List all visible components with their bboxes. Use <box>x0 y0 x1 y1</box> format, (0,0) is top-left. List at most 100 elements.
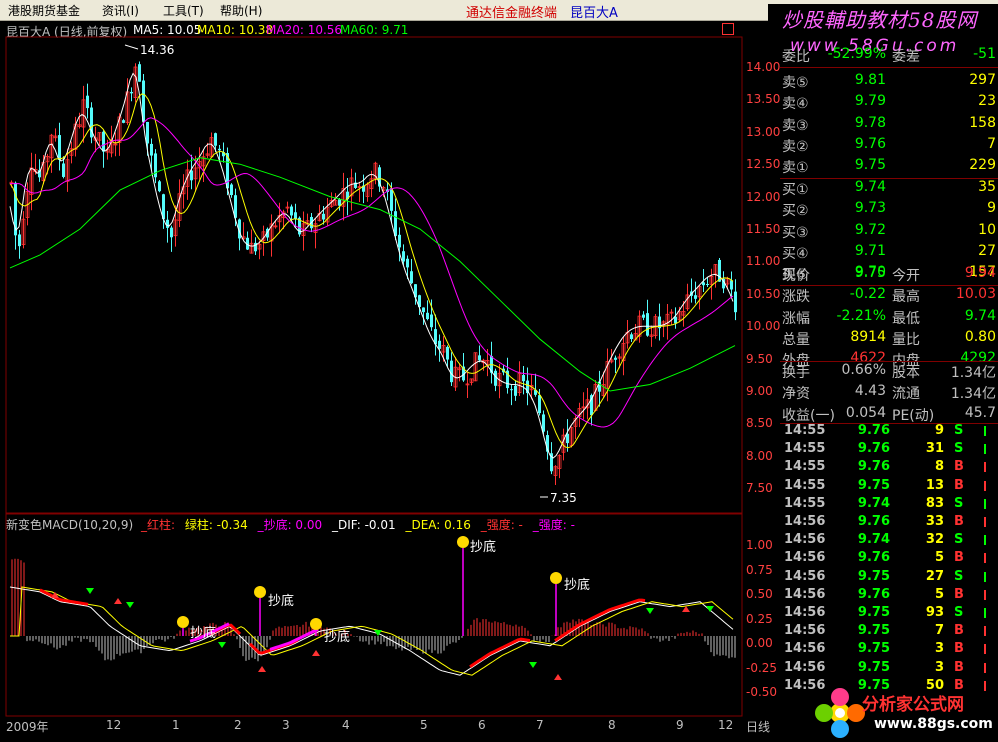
candle-body <box>621 343 626 362</box>
candle-body <box>173 219 178 237</box>
candle-body <box>609 359 614 363</box>
candle-body <box>230 184 233 196</box>
macd-panel-border <box>5 513 743 717</box>
fundamental-label: PE(动) <box>892 407 935 424</box>
candle-body <box>146 121 149 144</box>
stat-value: 9.75 <box>854 265 886 281</box>
ma5-label: MA5: 10.05 <box>133 23 202 37</box>
candle-body <box>102 131 105 152</box>
period-label[interactable]: 日线 <box>746 718 770 735</box>
ask-price: 9.75 <box>854 157 886 174</box>
candle-body <box>630 334 633 340</box>
macd-tick-label: 1.00 <box>746 538 773 552</box>
candle-body <box>294 212 297 219</box>
candle-body <box>462 366 465 381</box>
app-title: 通达信金融终端 <box>466 6 558 21</box>
bid-level-label: 买③ <box>782 224 809 241</box>
candle-body <box>362 185 365 192</box>
candle-body <box>473 352 478 382</box>
candle-body <box>502 368 505 373</box>
menu-item-hk-futures[interactable]: 港股期货基金 <box>8 2 80 19</box>
candle-body <box>222 152 225 157</box>
macd-tick-label: -0.50 <box>746 685 778 699</box>
candle-body <box>62 163 65 177</box>
tick-price: 9.74 <box>857 532 890 548</box>
menu-item-help[interactable]: 帮助(H) <box>220 2 262 19</box>
tick-marker <box>984 462 986 473</box>
candle-body <box>310 216 313 229</box>
candle-body <box>418 295 421 307</box>
candle-body <box>450 360 453 383</box>
candle-body <box>601 384 606 397</box>
candle-body <box>138 64 141 82</box>
candle-body <box>193 167 198 180</box>
restore-icon[interactable] <box>722 23 734 35</box>
date-tick-label: 6 <box>478 718 486 732</box>
fundamental-label: 换手 <box>782 365 810 381</box>
menu-item-info[interactable]: 资讯(I) <box>102 2 139 19</box>
sell-arrow-icon <box>86 588 94 594</box>
tick-volume: 83 <box>925 495 944 511</box>
stat-value: -0.22 <box>849 286 886 303</box>
smiley-icon <box>550 572 562 584</box>
ask-row: 卖⑤ 9.81 297 <box>780 72 998 93</box>
candle-body <box>713 264 718 275</box>
candle-body <box>322 213 325 220</box>
tick-time: 14:56 <box>784 550 826 566</box>
sell-arrow-icon <box>374 630 382 636</box>
sell-arrow-icon <box>218 642 226 648</box>
tick-time: 14:56 <box>784 623 826 639</box>
candle-body <box>333 200 338 206</box>
ask-level-label: 卖① <box>782 160 809 177</box>
candle-body <box>402 251 405 262</box>
fundamental-row: 净资 4.43 流通 1.34亿 <box>780 383 998 404</box>
chaodi-label-4: 抄底 <box>470 540 497 555</box>
ask-price: 9.78 <box>854 114 886 131</box>
candle-body <box>577 408 582 417</box>
tick-marker <box>984 517 986 527</box>
candle-body <box>494 370 497 386</box>
candle-body <box>677 311 682 321</box>
stat-row: 总量 8914 量比 0.80 <box>780 329 998 350</box>
ask-price: 9.76 <box>854 135 886 152</box>
tick-marker <box>984 426 986 436</box>
candle-body <box>254 242 257 252</box>
candle-body <box>573 418 578 427</box>
smiley-icon <box>310 618 322 630</box>
candle-body <box>661 321 666 326</box>
tick-time: 14:55 <box>784 441 826 457</box>
smiley-icon <box>177 616 189 628</box>
candle-body <box>369 178 374 189</box>
candle-body <box>170 227 173 238</box>
tick-side: B <box>954 623 964 639</box>
tick-row: 14:55 9.76 8 B <box>780 459 998 477</box>
ma10-label: MA10: 10.38 <box>197 23 274 37</box>
candle-body <box>529 384 534 391</box>
candle-body <box>365 183 370 197</box>
strong-red-segment <box>248 638 299 655</box>
date-tick-label: 5 <box>420 718 428 732</box>
candle-body <box>386 189 389 193</box>
buy-arrow-icon <box>258 666 266 672</box>
candle-body <box>261 231 266 241</box>
fundamental-value: 1.34亿 <box>950 365 996 381</box>
candle-body <box>706 283 709 285</box>
ask-row: 卖③ 9.78 158 <box>780 115 998 136</box>
stat-row: 涨跌 -0.22 最高 10.03 <box>780 286 998 307</box>
strong-red-segment <box>39 588 89 606</box>
macd-tick-label: 0.75 <box>746 562 773 577</box>
candle-body <box>301 223 306 236</box>
logo-line2: www.88gs.com <box>874 716 993 732</box>
candle-body <box>238 219 241 239</box>
bid-price: 9.71 <box>854 242 886 259</box>
candle-body <box>490 356 493 373</box>
menu-item-tools[interactable]: 工具(T) <box>163 2 204 19</box>
tick-price: 9.75 <box>857 477 890 493</box>
tick-row: 14:55 9.74 83 S <box>780 496 998 514</box>
price-tick-label: 10.00 <box>746 319 781 334</box>
tick-time: 14:55 <box>784 477 826 493</box>
candle-body <box>266 228 269 238</box>
candle-body <box>538 395 541 414</box>
date-tick-label: 12 <box>718 718 734 732</box>
tick-volume: 8 <box>934 459 944 475</box>
